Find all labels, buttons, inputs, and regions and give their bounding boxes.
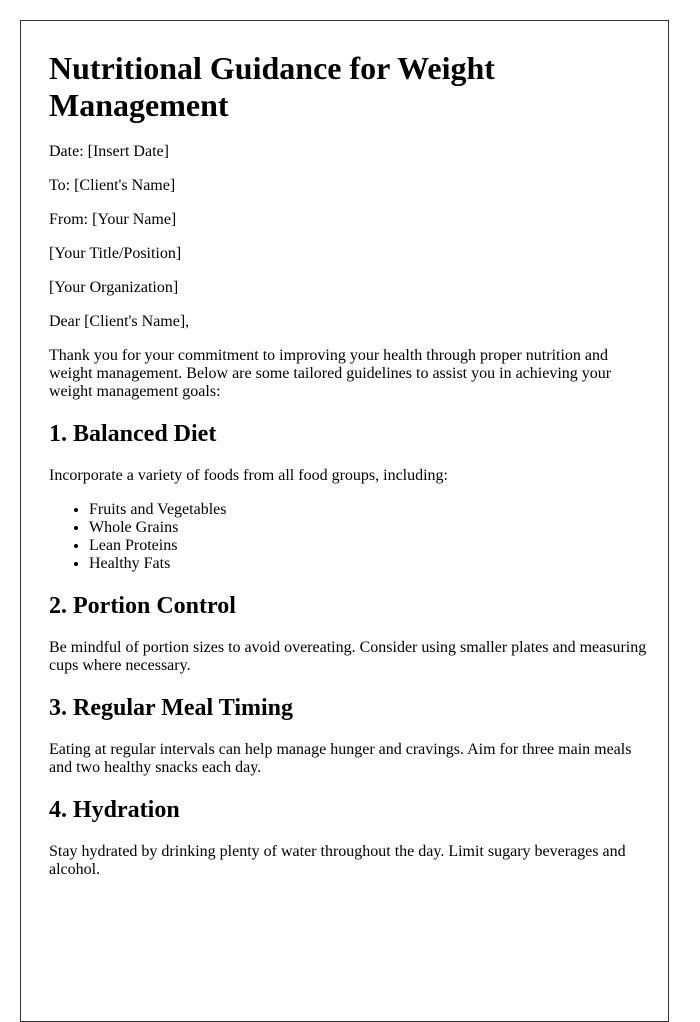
from-line: From: [Your Name] [49,211,177,228]
sender-organization-line: [Your Organization] [49,279,179,296]
letter-page: Nutritional Guidance for Weight Manageme… [20,20,669,1022]
section-hydration: 4. Hydration Stay hydrated by drinking p… [49,796,647,879]
salutation: Dear [Client's Name], [49,313,190,330]
document-title: Nutritional Guidance for Weight Manageme… [49,50,495,123]
date-line: Date: [Insert Date] [49,143,169,160]
to-line: To: [Client's Name] [49,177,176,194]
section-balanced-diet: 1. Balanced Diet Incorporate a variety o… [49,420,647,573]
list-item: Whole Grains [89,519,647,537]
section-heading: 2. Portion Control [49,593,236,619]
section-body: Be mindful of portion sizes to avoid ove… [49,639,647,674]
list-item: Lean Proteins [89,537,647,555]
section-body: Incorporate a variety of foods from all … [49,467,448,484]
food-groups-list: Fruits and Vegetables Whole Grains Lean … [49,501,647,573]
section-body: Eating at regular intervals can help man… [49,741,632,776]
section-heading: 4. Hydration [49,797,180,823]
section-body: Stay hydrated by drinking plenty of wate… [49,843,626,878]
list-item: Healthy Fats [89,555,647,573]
section-portion-control: 2. Portion Control Be mindful of portion… [49,592,647,675]
section-heading: 3. Regular Meal Timing [49,695,294,721]
list-item: Fruits and Vegetables [89,501,647,519]
section-heading: 1. Balanced Diet [49,421,217,447]
sender-title-line: [Your Title/Position] [49,245,182,262]
intro-paragraph: Thank you for your commitment to improvi… [49,347,612,400]
section-regular-meal-timing: 3. Regular Meal Timing Eating at regular… [49,694,647,777]
